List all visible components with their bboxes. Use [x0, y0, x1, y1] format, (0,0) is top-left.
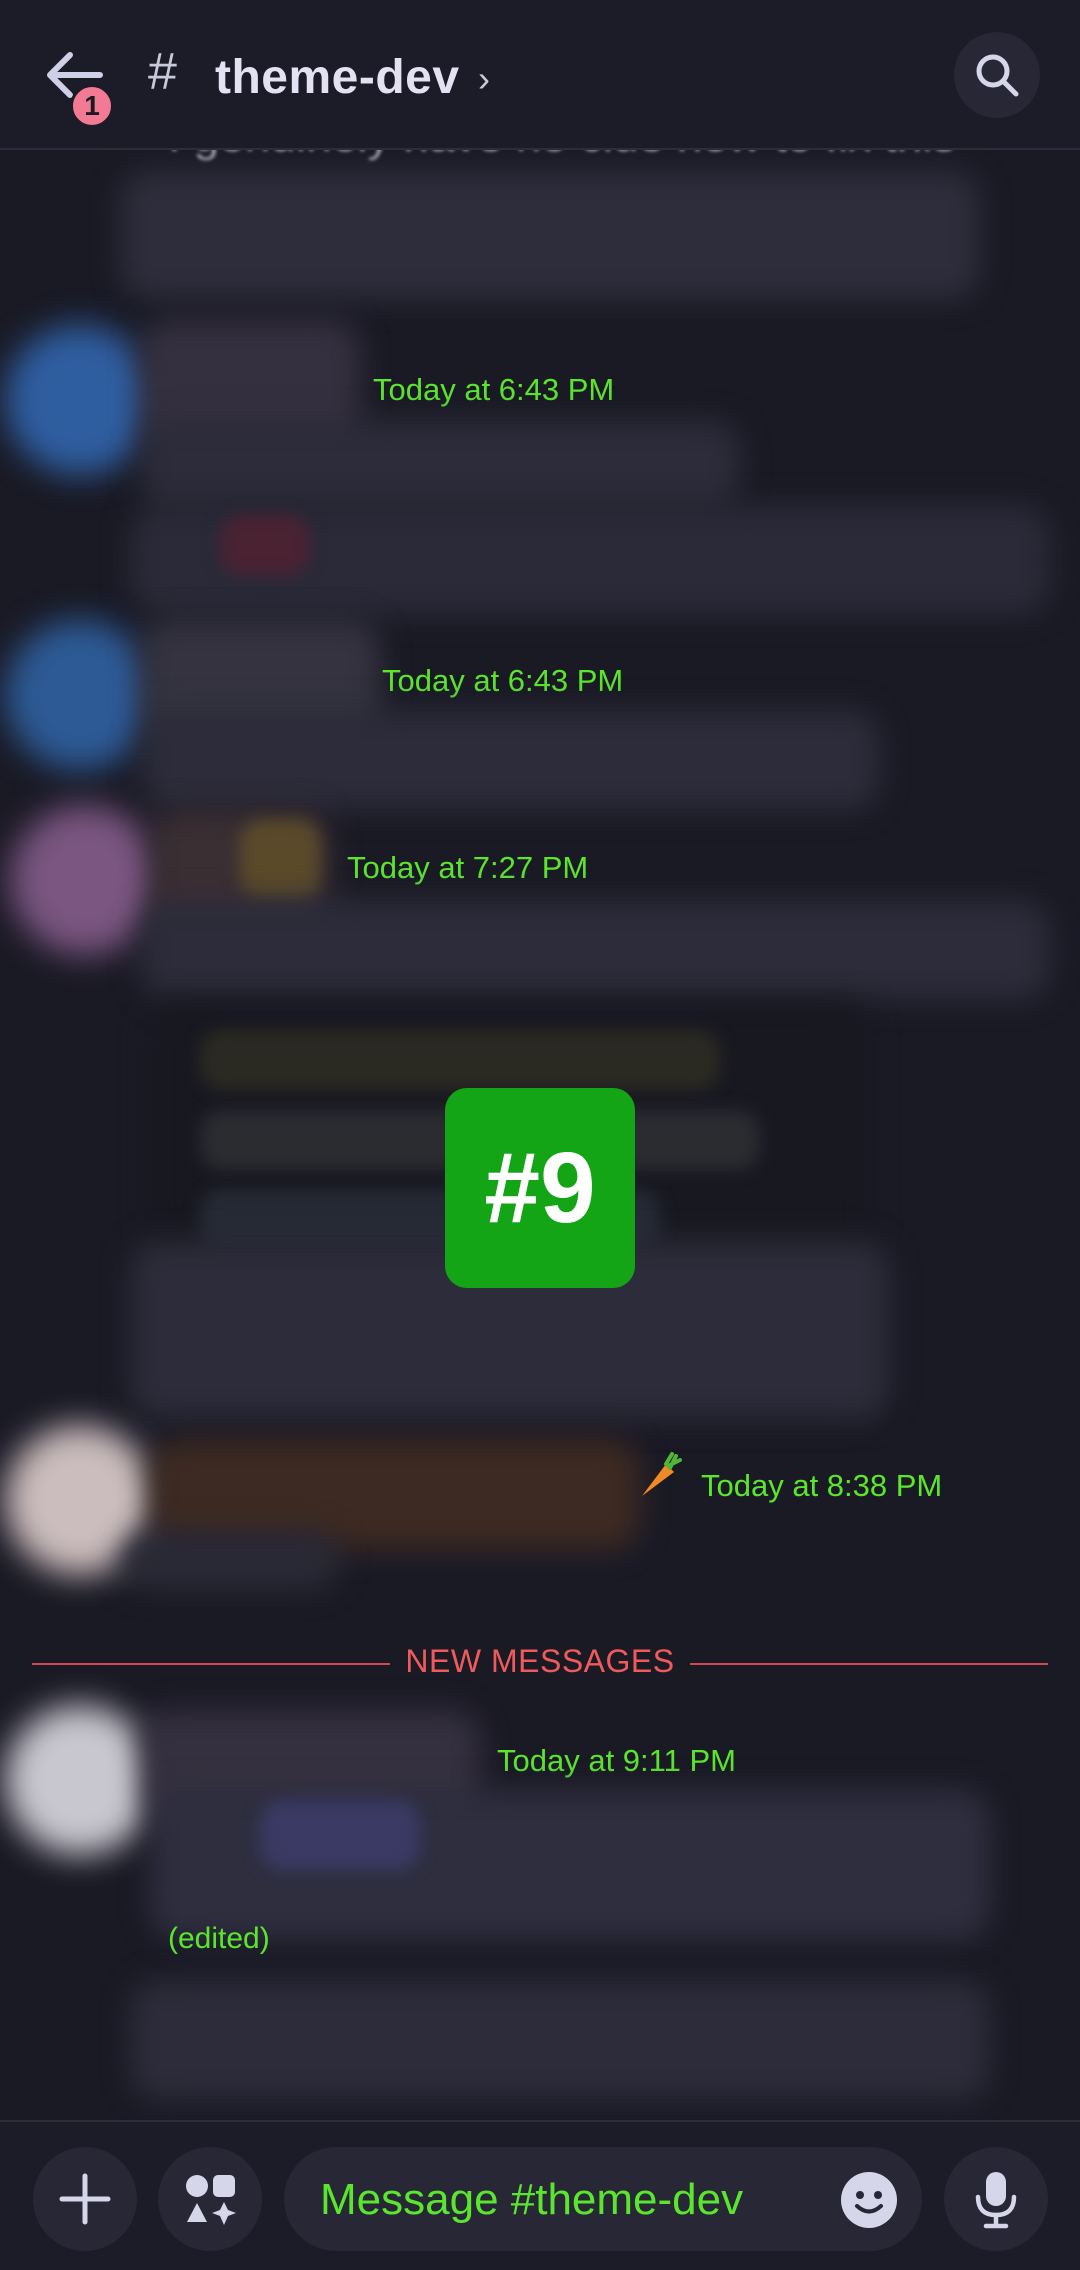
- message-input[interactable]: Message #theme-dev: [284, 2147, 922, 2251]
- channel-title[interactable]: theme-dev: [215, 50, 460, 105]
- plus-icon: [59, 2173, 111, 2225]
- apps-button[interactable]: [158, 2147, 262, 2251]
- channel-hash-icon: #: [148, 43, 177, 101]
- chevron-right-icon[interactable]: ›: [478, 58, 490, 100]
- blurred-image-content: [200, 1030, 720, 1090]
- message-timestamp: Today at 7:27 PM: [347, 850, 589, 885]
- apps-icon: [186, 2175, 236, 2225]
- new-messages-label[interactable]: NEW MESSAGES: [32, 1643, 1048, 1680]
- user-avatar[interactable]: [10, 805, 160, 955]
- message-timestamp: Today at 6:43 PM: [382, 663, 624, 698]
- message-timestamp: Today at 9:11 PM: [497, 1743, 736, 1778]
- message-timestamp: Today at 6:43 PM: [373, 372, 615, 407]
- blurred-message-text: [120, 170, 980, 300]
- blurred-role-icon: [240, 820, 320, 900]
- message-composer: Message #theme-dev: [0, 2120, 1080, 2270]
- user-avatar[interactable]: [5, 620, 155, 770]
- emoji-icon[interactable]: [840, 2171, 898, 2229]
- blurred-mention: [260, 1800, 420, 1870]
- blurred-message-text: [140, 710, 880, 810]
- blurred-emoji: [220, 515, 310, 575]
- blurred-message-text: [130, 1980, 990, 2100]
- channel-header: 1 # theme-dev ›: [0, 0, 1080, 150]
- user-avatar[interactable]: [5, 325, 155, 475]
- blurred-message-text: [120, 1530, 340, 1590]
- voice-message-button[interactable]: [944, 2147, 1048, 2251]
- blurred-message-text: [140, 420, 740, 510]
- message-list[interactable]: I genuinely have no clue how to fix this…: [0, 150, 1080, 2120]
- add-attachment-button[interactable]: [33, 2147, 137, 2251]
- partially-hidden-message: I genuinely have no clue how to fix this: [168, 150, 956, 162]
- number-badge: #9: [445, 1088, 635, 1288]
- unread-badge: 1: [70, 84, 114, 128]
- user-avatar[interactable]: [5, 1705, 155, 1855]
- carrot-icon: [642, 1452, 682, 1496]
- message-placeholder: Message #theme-dev: [320, 2175, 744, 2224]
- blurred-message-text: [140, 900, 1050, 1000]
- new-messages-divider: NEW MESSAGES: [32, 1643, 1048, 1683]
- message-timestamp: Today at 8:38 PM: [701, 1468, 943, 1503]
- search-button[interactable]: [954, 32, 1040, 118]
- search-icon: [976, 54, 1019, 97]
- edited-label: (edited): [168, 1922, 270, 1955]
- microphone-icon: [975, 2172, 1017, 2229]
